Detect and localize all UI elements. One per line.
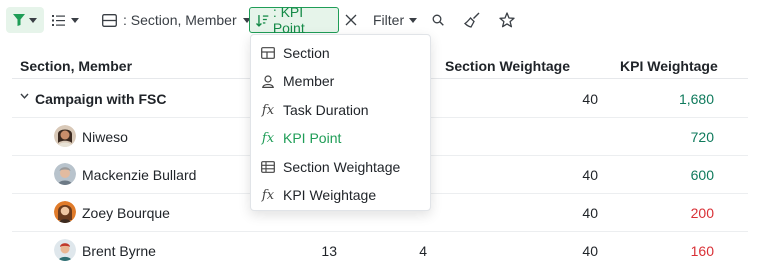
avatar	[54, 163, 76, 185]
search-button[interactable]	[430, 7, 446, 33]
kpi-weightage-cell: 720	[690, 129, 714, 145]
menu-item-member[interactable]: Member	[251, 67, 430, 95]
formula-icon: fx	[261, 187, 275, 203]
sort-button[interactable]: : KPI Point	[249, 4, 339, 36]
section-weightage-cell: 40	[582, 205, 598, 221]
section-weightage-cell: 40	[582, 167, 598, 183]
formula-icon: fx	[261, 130, 275, 146]
table-row[interactable]: Brent Byrne 13 4 40 160	[12, 231, 748, 269]
column-header-section-weightage[interactable]: Section Weightage	[445, 58, 570, 74]
favorite-button[interactable]	[497, 7, 517, 33]
list-view-button[interactable]	[52, 7, 92, 33]
funnel-icon	[13, 14, 25, 26]
group-icon	[102, 13, 117, 27]
avatar	[54, 125, 76, 147]
member-name: Niweso	[82, 129, 128, 145]
sort-label: : KPI Point	[272, 4, 305, 36]
chevron-down-icon[interactable]	[20, 93, 29, 99]
clear-sort-button[interactable]	[342, 7, 360, 33]
clear-format-button[interactable]	[462, 7, 482, 33]
group-by-button[interactable]: : Section, Member	[102, 7, 251, 33]
formula-icon: fx	[261, 102, 275, 118]
group-kpi-weightage: 1,680	[678, 91, 714, 107]
kpi-point-cell: 4	[419, 243, 427, 259]
menu-item-label: KPI Point	[283, 130, 342, 146]
star-icon	[499, 12, 515, 28]
avatar	[54, 239, 76, 261]
close-icon	[345, 14, 357, 26]
column-header-section-member[interactable]: Section, Member	[20, 58, 132, 74]
user-icon	[260, 74, 276, 88]
menu-item-section-weightage[interactable]: Section Weightage	[251, 153, 430, 181]
group-name: Campaign with FSC	[35, 91, 167, 107]
menu-item-kpi-point[interactable]: fx KPI Point	[251, 124, 430, 152]
menu-item-label: Member	[283, 73, 335, 89]
chevron-down-icon	[71, 17, 79, 23]
table-icon	[260, 161, 276, 173]
filter-button[interactable]: Filter	[373, 7, 418, 33]
search-icon	[432, 14, 444, 26]
menu-item-label: Section Weightage	[283, 159, 401, 175]
task-duration-cell: 13	[321, 243, 337, 259]
group-section-weightage: 40	[582, 91, 598, 107]
kpi-weightage-cell: 200	[690, 205, 714, 221]
menu-item-section[interactable]: Section	[251, 39, 430, 67]
section-weightage-cell: 40	[582, 243, 598, 259]
menu-item-kpi-weightage[interactable]: fx KPI Weightage	[251, 181, 430, 209]
member-name: Zoey Bourque	[82, 205, 170, 221]
kpi-weightage-cell: 160	[690, 243, 714, 259]
brush-icon	[464, 12, 480, 28]
filter-toggle-button[interactable]	[6, 7, 44, 33]
member-name: Brent Byrne	[82, 243, 156, 259]
menu-item-label: Section	[283, 45, 330, 61]
kpi-weightage-cell: 600	[690, 167, 714, 183]
menu-item-task-duration[interactable]: fx Task Duration	[251, 96, 430, 124]
group-by-label: : Section, Member	[123, 12, 237, 28]
member-name: Mackenzie Bullard	[82, 167, 197, 183]
section-icon	[260, 47, 276, 59]
column-header-kpi-weightage[interactable]: KPI Weightage	[620, 58, 718, 74]
sort-icon	[256, 14, 269, 27]
menu-item-label: Task Duration	[283, 102, 369, 118]
list-icon	[52, 14, 65, 26]
chevron-down-icon	[29, 17, 37, 23]
filter-label: Filter	[373, 12, 405, 28]
avatar	[54, 201, 76, 223]
sort-field-dropdown: Section Member fx Task Duration fx KPI P…	[250, 34, 431, 211]
chevron-down-icon	[409, 17, 418, 23]
menu-item-label: KPI Weightage	[283, 187, 377, 203]
